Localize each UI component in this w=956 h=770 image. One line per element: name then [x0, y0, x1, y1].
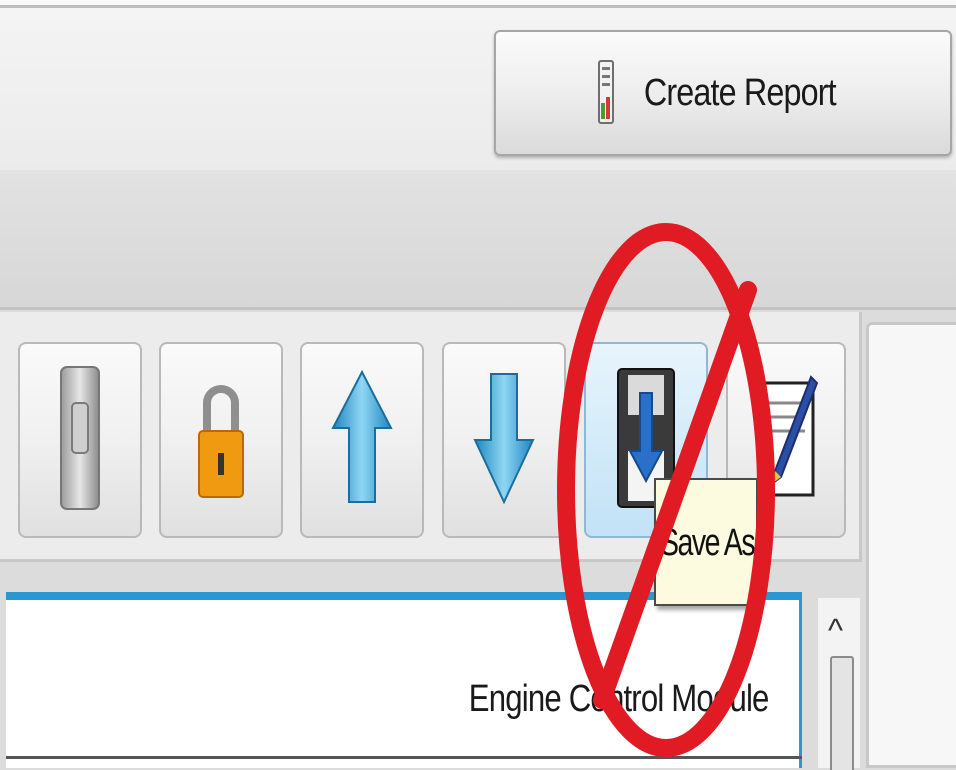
switch-icon	[55, 363, 105, 518]
window-top-edge	[0, 0, 956, 8]
side-panel	[866, 322, 956, 768]
padlock-icon	[195, 373, 247, 508]
tooltip-text: Save As	[660, 522, 756, 564]
create-report-label: Create Report	[644, 71, 837, 114]
scroll-thumb[interactable]	[830, 656, 854, 770]
module-list: Engine Control Module	[6, 592, 802, 768]
vertical-scrollbar[interactable]: ^	[818, 598, 860, 770]
lock-button[interactable]	[159, 342, 283, 538]
list-item[interactable]: Engine Control Module	[469, 678, 770, 721]
create-report-button[interactable]: Create Report	[494, 30, 952, 156]
save-as-tooltip: Save As	[654, 478, 758, 606]
arrow-up-icon	[329, 368, 395, 513]
list-divider	[6, 756, 802, 759]
move-down-button[interactable]	[442, 342, 566, 538]
toggle-switch-button[interactable]	[18, 342, 142, 538]
scroll-up-icon[interactable]: ^	[828, 612, 843, 649]
edit-document-icon	[751, 373, 821, 508]
tab-strip-area	[0, 170, 956, 310]
move-up-button[interactable]	[300, 342, 424, 538]
arrow-down-icon	[471, 368, 537, 513]
report-document-icon	[593, 57, 619, 129]
